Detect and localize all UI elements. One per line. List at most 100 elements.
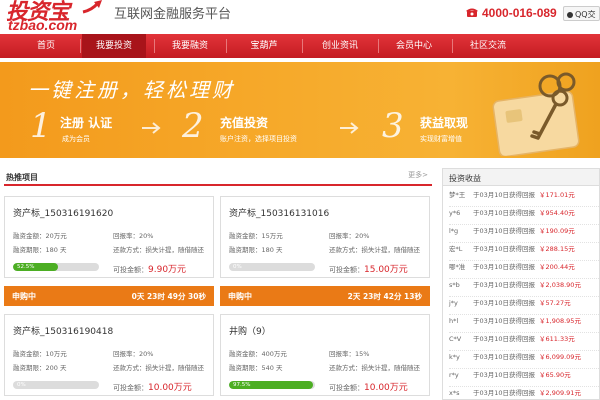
available-amount: 可投金额：15.00万元 — [329, 262, 408, 275]
row-value: ￥171.01元 — [539, 191, 575, 199]
hot-projects-header: 热推项目 更多> — [4, 170, 432, 186]
product-name: 资产标_150316131016 — [229, 209, 330, 219]
available-label: 可投金额： — [113, 384, 148, 392]
progress-text: 52.5% — [17, 264, 35, 270]
progress-bar: 0% — [229, 263, 315, 271]
product-card[interactable]: 井购（9） 融资金额：400万元 融资期限：540 天 回报率：15% 还款方式… — [220, 314, 430, 396]
logo-text-en: tzbao.com — [8, 17, 78, 33]
product-name: 资产标_150316191620 — [13, 209, 114, 219]
row-type: 获得回报 — [509, 335, 535, 343]
nav-financing[interactable]: 我要融资 — [158, 34, 222, 58]
available-amount: 可投金额：9.90万元 — [113, 262, 186, 275]
promo-banner[interactable]: 一键注册，轻松理财 1 注册 认证 成为会员 2 充值投资 账户注资，选择项目投… — [0, 62, 600, 158]
row-type: 获得回报 — [509, 299, 535, 307]
product-card[interactable]: 资产标_150316131016 融资金额：15万元 融资期限：180 天 回报… — [220, 196, 430, 278]
countdown-timer: 2天 23时 42分 13秒 — [347, 292, 422, 301]
product-rate: 回报率：20% — [329, 232, 370, 240]
row-type: 获得回报 — [509, 317, 535, 325]
panel-header: 投资收益 — [443, 169, 599, 186]
step-subtitle: 账户注资，选择项目投资 — [220, 135, 297, 143]
step-number: 1 — [30, 106, 52, 146]
hotline-number: 4000-016-089 — [482, 6, 557, 20]
row-user: 哪*准 — [449, 263, 466, 271]
product-repay: 还款方式：损失计提，随借随还 — [113, 364, 204, 372]
step-number: 2 — [182, 106, 204, 146]
qq-label: QQ交 — [575, 10, 596, 19]
returns-row: j*y 于03月10日获得回报 ￥57.27元 — [449, 297, 599, 315]
nav-home[interactable]: 首页 — [14, 34, 78, 58]
nav-divider — [80, 39, 81, 53]
available-label: 可投金额： — [329, 266, 364, 274]
product-rate: 回报率：20% — [113, 350, 154, 358]
investment-returns-panel: 投资收益 梦*王 于03月10日获得回报 ￥171.01元 y*6 于03月10日获得… — [442, 168, 600, 400]
product-period: 融资期限：200 天 — [13, 364, 67, 372]
nav-community[interactable]: 社区交流 — [456, 34, 520, 58]
step-title: 充值投资 — [220, 116, 269, 130]
progress-text: 97.5% — [233, 382, 251, 388]
product-period: 融资期限：540 天 — [229, 364, 283, 372]
step-number: 3 — [382, 106, 404, 146]
row-date: 于03月10日 — [473, 335, 510, 343]
arrow-right-icon — [142, 122, 161, 134]
qq-contact-button[interactable]: QQ交 — [563, 6, 600, 21]
banner-title: 一键注册，轻松理财 — [28, 78, 235, 102]
nav-divider — [452, 39, 453, 53]
more-link[interactable]: 更多> — [408, 170, 428, 180]
returns-row: C*V 于03月10日获得回报 ￥611.33元 — [449, 333, 599, 351]
subscribe-bar[interactable]: 申购中 2天 23时 42分 13秒 — [220, 286, 430, 306]
row-type: 获得回报 — [509, 281, 535, 289]
available-value: 9.90万元 — [148, 265, 187, 275]
row-date: 于03月10日 — [473, 371, 510, 379]
progress-bar: 0% — [13, 381, 99, 389]
product-amount: 融资金额：10万元 — [13, 350, 67, 358]
progress-text: 0% — [17, 382, 26, 388]
row-user: 宏*L — [449, 245, 463, 253]
row-value: ￥200.44元 — [539, 263, 575, 271]
progress-bar: 52.5% — [13, 263, 99, 271]
row-value: ￥2,038.90元 — [539, 281, 581, 289]
logo-arrow-icon — [82, 0, 102, 14]
key-card-illustration — [492, 72, 580, 156]
product-amount: 融资金额：15万元 — [229, 232, 283, 240]
available-amount: 可投金额：10.00万元 — [329, 380, 408, 393]
subscribe-bar[interactable]: 申购中 0天 23时 49分 30秒 — [4, 286, 214, 306]
returns-row: 宏*L 于03月10日获得回报 ￥288.15元 — [449, 243, 599, 261]
row-value: ￥288.15元 — [539, 245, 575, 253]
step-title: 获益取现 — [420, 116, 469, 130]
row-user: r*y — [449, 371, 459, 379]
product-amount: 融资金额：400万元 — [229, 350, 287, 358]
product-card[interactable]: 资产标_150316190418 融资金额：10万元 融资期限：200 天 回报… — [4, 314, 214, 396]
site-logo[interactable]: 投资宝 tzbao.com — [6, 0, 106, 33]
row-type: 获得回报 — [509, 209, 535, 217]
nav-member-center[interactable]: 会员中心 — [382, 34, 446, 58]
row-type: 获得回报 — [509, 245, 535, 253]
step-subtitle: 成为会员 — [62, 135, 90, 143]
product-period: 融资期限：180 天 — [13, 246, 67, 254]
row-type: 获得回报 — [509, 191, 535, 199]
row-date: 于03月10日 — [473, 281, 510, 289]
row-date: 于03月10日 — [473, 317, 510, 325]
available-amount: 可投金额：10.00万元 — [113, 380, 192, 393]
product-repay: 还款方式：损失计提，随借随还 — [113, 246, 204, 254]
progress-text: 0% — [233, 264, 242, 270]
nav-invest[interactable]: 我要投资 — [82, 34, 146, 58]
subscribe-status: 申购中 — [228, 292, 252, 301]
row-value: ￥6,099.09元 — [539, 353, 581, 361]
row-value: ￥954.40元 — [539, 209, 575, 217]
row-type: 获得回报 — [509, 353, 535, 361]
returns-row: s*b 于03月10日获得回报 ￥2,038.90元 — [449, 279, 599, 297]
product-card[interactable]: 资产标_150316191620 融资金额：20万元 融资期限：180 天 回报… — [4, 196, 214, 278]
row-user: y*6 — [449, 209, 461, 217]
nav-divider — [226, 39, 227, 53]
site-slogan: 互联网金融服务平台 — [114, 7, 232, 22]
row-value: ￥57.27元 — [539, 299, 571, 307]
returns-row: h*l 于03月10日获得回报 ￥1,908.95元 — [449, 315, 599, 333]
nav-baohulu[interactable]: 宝葫芦 — [232, 34, 296, 58]
product-period: 融资期限：180 天 — [229, 246, 283, 254]
phone-icon — [466, 8, 478, 17]
row-value: ￥65.90元 — [539, 371, 571, 379]
nav-startup-news[interactable]: 创业资讯 — [308, 34, 372, 58]
header: 投资宝 tzbao.com 互联网金融服务平台 4000-016-089 QQ交 — [0, 0, 600, 34]
available-value: 15.00万元 — [364, 265, 408, 275]
row-type: 获得回报 — [509, 227, 535, 235]
